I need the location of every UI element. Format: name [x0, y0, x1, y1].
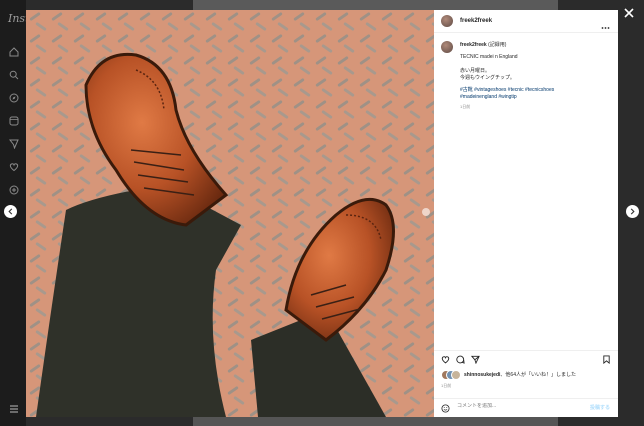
caption-line — [460, 61, 610, 68]
heart-icon[interactable] — [441, 355, 450, 364]
paper-plane-icon[interactable] — [471, 355, 480, 364]
caption-line: 赤い月曜日。 — [460, 68, 491, 74]
liker-avatar — [451, 370, 461, 380]
hashtags-line[interactable]: #madeinengland #wingtip — [460, 94, 610, 101]
post-modal: freek2freek freek2freek (記録用) TECNIC mad… — [26, 10, 618, 417]
previous-post-button[interactable] — [4, 205, 17, 218]
post-photo[interactable] — [26, 10, 434, 417]
caption-author-avatar[interactable] — [441, 41, 453, 53]
menu-icon[interactable] — [9, 404, 19, 414]
author-avatar[interactable] — [441, 15, 453, 27]
comment-bar: 投稿する — [434, 398, 618, 417]
background-feed-top — [193, 0, 558, 10]
chevron-right-icon — [630, 208, 635, 215]
explore-icon[interactable] — [9, 93, 19, 103]
notifications-heart-icon[interactable] — [9, 162, 19, 172]
caption-line: TECNIC madei n England — [460, 54, 518, 60]
caption-title: (記録用) — [488, 42, 507, 48]
caption-author-username[interactable]: freek2freek — [460, 42, 487, 48]
bookmark-icon[interactable] — [602, 355, 611, 364]
caption-line: 今週もウイングチップ。 — [460, 75, 515, 81]
next-post-button[interactable] — [626, 205, 639, 218]
post-header: freek2freek — [434, 10, 618, 33]
search-icon[interactable] — [9, 70, 19, 80]
author-username[interactable]: freek2freek — [460, 18, 492, 24]
more-horizontal-icon[interactable] — [601, 18, 610, 29]
chevron-left-icon — [8, 208, 13, 215]
reels-icon[interactable] — [9, 116, 19, 126]
comment-icon[interactable] — [456, 355, 465, 364]
background-feed-bottom — [193, 416, 558, 426]
post-comment-button[interactable]: 投稿する — [590, 404, 610, 411]
likes-username[interactable]: shinnosukejedi — [464, 372, 500, 378]
caption-age: 1日前 — [460, 104, 471, 109]
post-side-panel: freek2freek freek2freek (記録用) TECNIC mad… — [434, 10, 618, 417]
emoji-icon[interactable] — [441, 404, 450, 413]
likes-summary: shinnosukejedi、他64人が「いいね！」しました — [441, 370, 617, 380]
post-caption: freek2freek (記録用) TECNIC madei n England… — [460, 42, 610, 110]
likes-text[interactable]: 他64人が「いいね！」しました — [505, 372, 576, 378]
post-time: 1日前 — [441, 383, 452, 388]
close-icon[interactable] — [622, 6, 636, 20]
messages-icon[interactable] — [9, 139, 19, 149]
post-actions — [434, 350, 618, 365]
home-icon[interactable] — [9, 47, 19, 57]
create-plus-icon[interactable] — [9, 185, 19, 195]
hashtags-line[interactable]: #古靴 #vintageshoes #tecnic #tecnicshoes — [460, 87, 610, 94]
comment-input[interactable] — [457, 403, 577, 409]
